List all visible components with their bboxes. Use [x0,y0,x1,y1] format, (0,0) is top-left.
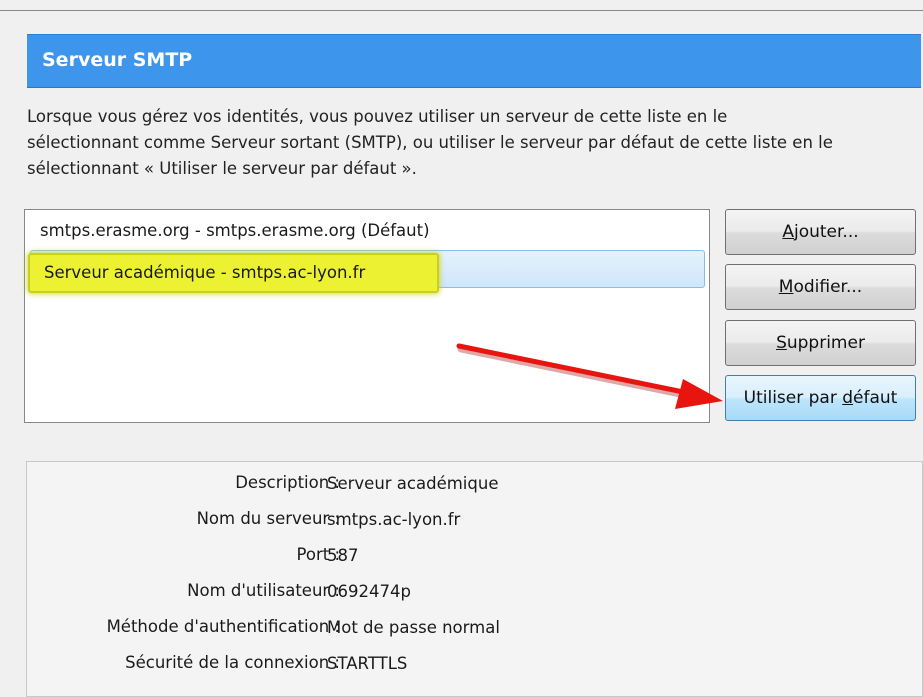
section-title: Serveur SMTP [42,49,193,71]
description-text: Lorsque vous gérez vos identités, vous p… [27,104,917,182]
set-default-button-label: Utiliser par [743,388,843,408]
add-button[interactable]: Ajouter... [725,209,916,255]
add-button-label-rest: jouter... [793,222,859,242]
edit-button-accesskey: M [778,277,794,297]
server-name-label: Nom du serveur : [196,509,340,528]
set-default-button-accesskey: d [842,388,854,408]
highlighted-server-label[interactable]: Serveur académique - smtps.ac-lyon.fr [28,253,439,293]
description-line: sélectionnant « Utiliser le serveur par … [27,159,417,178]
delete-button-label-rest: upprimer [786,333,865,353]
edit-button-label-rest: odifier... [793,277,863,297]
security-value: STARTTLS [327,654,408,673]
delete-button[interactable]: Supprimer [725,320,916,366]
description-value: Serveur académique [327,474,499,493]
username-value: 0692474p [327,582,411,601]
section-header: Serveur SMTP [27,34,921,88]
username-label: Nom d'utilisateur : [187,581,340,600]
description-line: Lorsque vous gérez vos identités, vous p… [27,107,728,126]
annotation-arrow-icon [456,343,723,409]
server-name-value: smtps.ac-lyon.fr [327,510,461,529]
detail-row-security: Sécurité de la connexion : STARTTLS [27,647,923,683]
port-value: 587 [327,546,359,565]
set-default-button-label-rest: éfaut [853,388,898,408]
server-list-item[interactable]: smtps.erasme.org - smtps.erasme.org (Déf… [30,216,700,246]
auth-method-label: Méthode d'authentification : [106,617,340,636]
detail-row-server-name: Nom du serveur : smtps.ac-lyon.fr [27,503,923,539]
detail-row-description: Description : Serveur académique [27,467,923,503]
server-details-panel: Description : Serveur académique Nom du … [26,461,923,697]
set-default-button[interactable]: Utiliser par défaut [725,375,916,421]
top-divider [0,10,923,11]
description-label: Description : [235,473,340,492]
edit-button[interactable]: Modifier... [725,264,916,310]
description-line: sélectionnant comme Serveur sortant (SMT… [27,133,833,152]
detail-row-port: Port : 587 [27,539,923,575]
delete-button-accesskey: S [776,333,787,353]
detail-row-auth-method: Méthode d'authentification : Mot de pass… [27,611,923,647]
add-button-accesskey: A [782,222,794,242]
detail-row-username: Nom d'utilisateur : 0692474p [27,575,923,611]
security-label: Sécurité de la connexion : [125,653,340,672]
auth-method-value: Mot de passe normal [327,618,500,637]
